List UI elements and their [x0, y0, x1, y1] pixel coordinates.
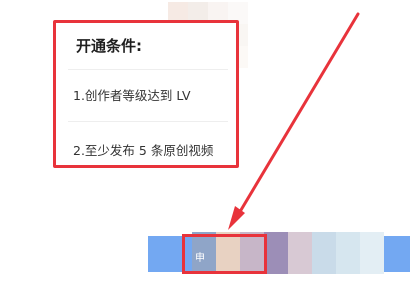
condition-item-level: 1.创作者等级达到 LV — [73, 88, 191, 103]
conditions-title: 开通条件: — [76, 37, 142, 55]
apply-button-label: 申 — [195, 253, 205, 264]
divider — [68, 121, 228, 122]
arrow-head — [228, 206, 245, 230]
conditions-panel: 开通条件: 1.创作者等级达到 LV 2.至少发布 5 条原创视频 — [53, 20, 239, 168]
condition-item-videos: 2.至少发布 5 条原创视频 — [73, 143, 214, 158]
divider — [68, 69, 228, 70]
apply-button[interactable]: 申 — [182, 234, 267, 274]
